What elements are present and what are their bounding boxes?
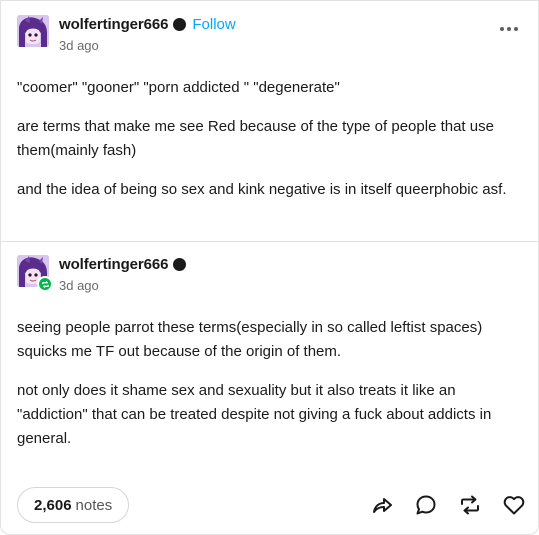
post-footer: 2,606 notes bbox=[17, 487, 526, 523]
share-icon[interactable] bbox=[370, 493, 394, 517]
author-row: wolfertinger666 Follow bbox=[59, 16, 236, 33]
reblog-divider bbox=[1, 241, 539, 242]
reblog-header: wolfertinger666 3d ago bbox=[17, 255, 522, 295]
more-options-icon[interactable] bbox=[500, 25, 518, 33]
badge-dot-icon bbox=[173, 258, 187, 271]
badge-dot-icon bbox=[173, 18, 187, 31]
post-card: wolfertinger666 Follow 3d ago "coomer" "… bbox=[0, 0, 539, 535]
notes-button[interactable]: 2,606 notes bbox=[17, 487, 130, 523]
post-actions bbox=[370, 491, 526, 519]
reblog-timestamp[interactable]: 3d ago bbox=[59, 278, 99, 293]
reblog-icon[interactable] bbox=[458, 493, 482, 517]
author-row: wolfertinger666 bbox=[59, 256, 187, 273]
reblog-paragraph: seeing people parrot these terms(especia… bbox=[17, 319, 483, 360]
notes-label: notes bbox=[75, 496, 113, 514]
reblog-badge-icon bbox=[37, 276, 53, 292]
post-paragraph: are terms that make me see Red because o… bbox=[17, 118, 494, 159]
notes-count: 2,606 bbox=[34, 496, 72, 514]
post-header: wolfertinger666 Follow 3d ago bbox=[17, 15, 522, 55]
avatar[interactable] bbox=[17, 15, 49, 47]
like-icon[interactable] bbox=[502, 493, 526, 517]
reblog-paragraph: not only does it shame sex and sexuality… bbox=[17, 382, 492, 447]
author-name[interactable]: wolfertinger666 bbox=[59, 256, 168, 273]
reply-icon[interactable] bbox=[414, 493, 438, 517]
post-paragraph: "coomer" "gooner" "porn addicted " "dege… bbox=[17, 79, 340, 96]
post-paragraph: and the idea of being so sex and kink ne… bbox=[17, 181, 507, 198]
author-name[interactable]: wolfertinger666 bbox=[59, 16, 168, 33]
follow-button[interactable]: Follow bbox=[192, 16, 235, 33]
post-timestamp[interactable]: 3d ago bbox=[59, 38, 99, 53]
